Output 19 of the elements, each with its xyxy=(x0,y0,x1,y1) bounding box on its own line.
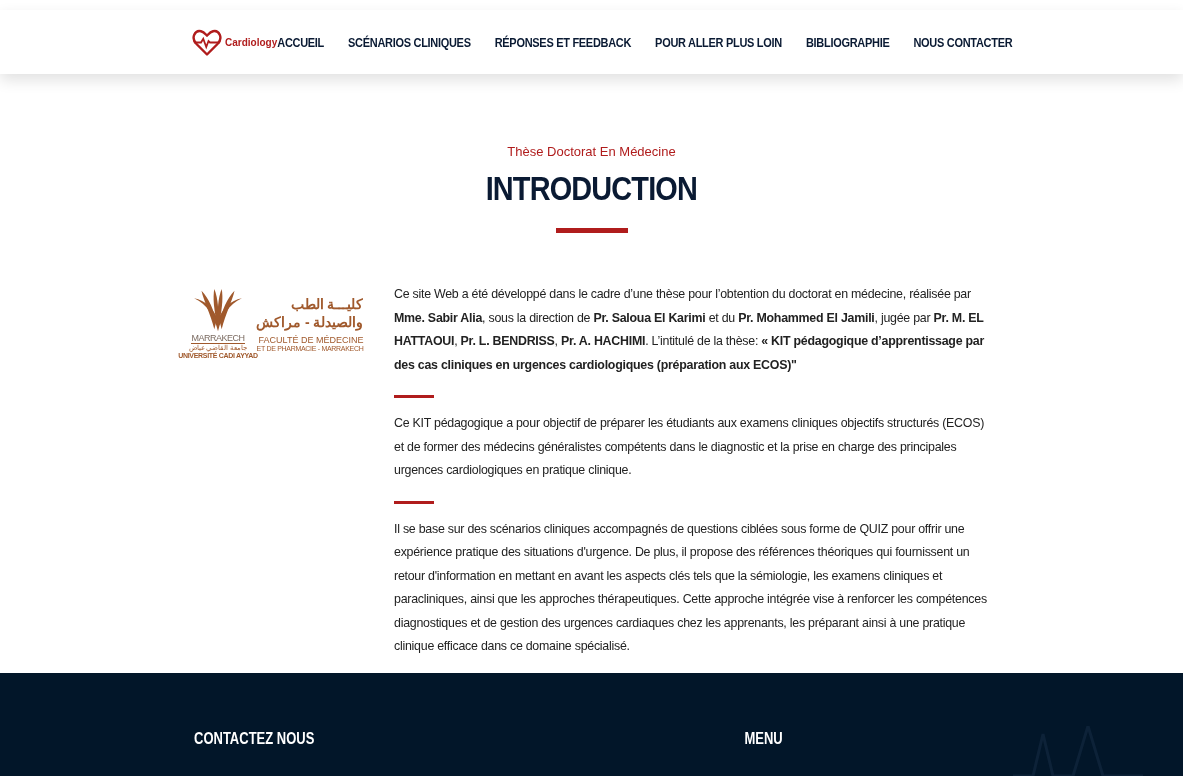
paragraph: Il se base sur des scénarios cliniques accompagnés de questions ciblées sous forme de QUIZ pour offrir une expérience pratique des situations d'urgence. De plus, il propose des références théoriques qui fournissent un retour d'information en mettant en avant les aspects clés tels que la sémiologie, les examens cliniques et paracliniques, ainsi que les approches thérapeutiques. Cette approche intégrée vise à renforcer les compétences diagnostiques et de gestion des urgences cardiaques chez les apprenants, les préparant ainsi à une pratique clinique efficace dans ce domaine spécialisé. xyxy=(394,520,988,655)
logo-faculty: FACULTÉ DE MÉDECINE xyxy=(258,335,364,345)
nav-link[interactable]: NOUS CONTACTER xyxy=(913,34,1013,50)
nav-link[interactable]: SCÉNARIOS CLINIQUES xyxy=(348,34,471,50)
paragraph: Ce KIT pédagogique a pour objectif de préparer les étudiants aux examens cliniques objectifs structurés (ECOS) et de former des médecins généralistes compétents dans le diagnostic et la prise en charge des principales urgences cardiologiques en pratique clinique. xyxy=(394,415,986,479)
logo-faculty-arabic: كليـــة الطب xyxy=(290,295,364,313)
nav-link[interactable]: RÉPONSES ET FEEDBACK xyxy=(494,34,632,50)
logo-city: MARRAKECH xyxy=(191,333,245,344)
heart-pulse-icon[interactable] xyxy=(192,28,222,56)
footer-heading: MENU xyxy=(744,729,783,747)
logo-faculty-arabic: والصيدلة - مراكش xyxy=(256,313,364,331)
footer-heading: CONTACTEZ NOUS xyxy=(194,729,315,747)
nav-link[interactable]: POUR ALLER PLUS LOIN xyxy=(655,34,782,50)
nav-link[interactable]: ACCUEIL xyxy=(277,34,325,50)
section-title: INTRODUCTION xyxy=(485,169,698,208)
brand-link[interactable]: Cardiology xyxy=(225,36,278,48)
nav-link[interactable]: BIBLIOGRAPHIE xyxy=(805,34,890,50)
paragraph: Ce site Web a été développé dans le cadre d’une thèse pour l’obtention du doctorat en médecine, réalisée par Mme. Sabir Alia, sous la direction de Pr. Saloua El Karimi et du Pr. Mohammed El Jamili, jugée par Pr. M. EL HATTAOUI, Pr. L. BENDRISS, Pr. A. HACHIMI. L’intitulé de la thèse: « KIT pédagogique d’apprentissage par des cas cliniques en urgences cardiologiques (préparation aux ECOS)" xyxy=(394,286,986,374)
section-subtitle: Thèse Doctorat En Médecine xyxy=(507,144,676,159)
